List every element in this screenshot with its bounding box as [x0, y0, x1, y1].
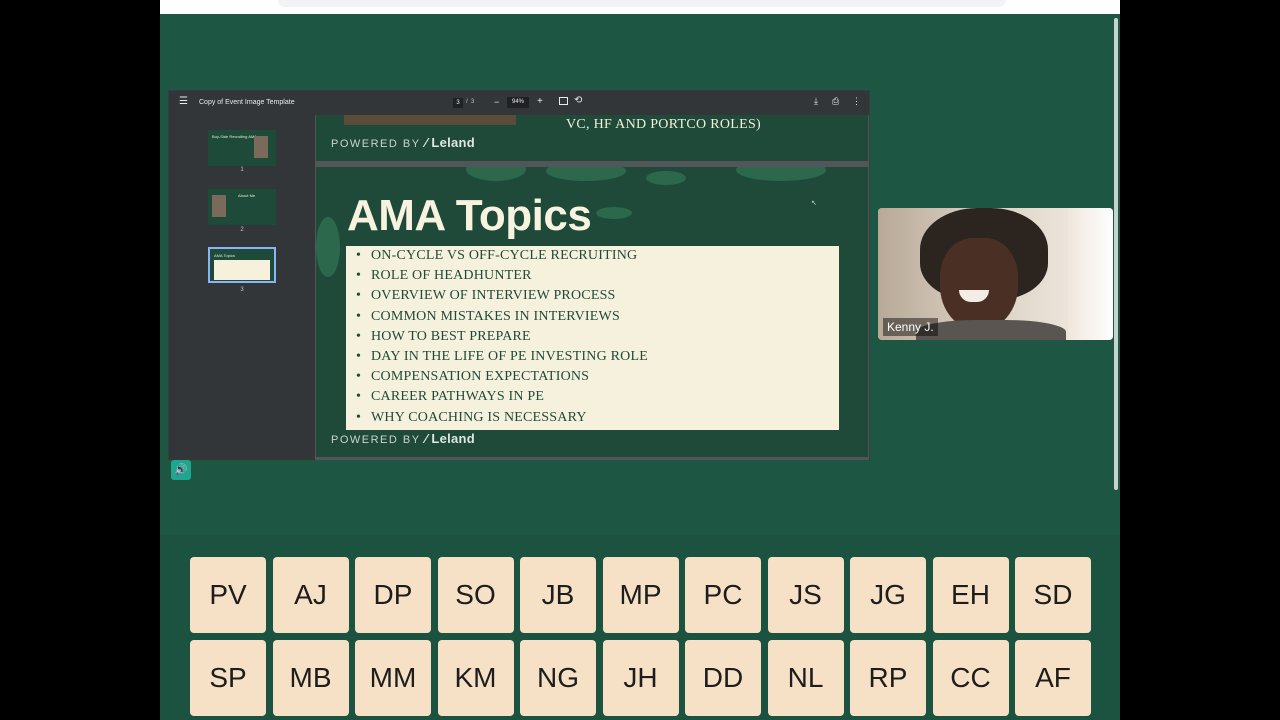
topic-item: COMPENSATION EXPECTATIONS	[356, 367, 839, 387]
participant-tile[interactable]: DP	[355, 557, 431, 633]
speaker-icon[interactable]: 🔊	[171, 460, 191, 480]
thumbnail-sidebar: Buy-Side Recruiting AMA 1 About Me 2 AMA…	[169, 115, 315, 480]
topic-item: ROLE OF HEADHUNTER	[356, 266, 839, 286]
thumbnail-number: 3	[240, 287, 244, 293]
participant-tile[interactable]: EH	[932, 557, 1009, 633]
thumbnail-photo	[254, 136, 268, 158]
topic-item: WHY COACHING IS NECESSARY	[356, 408, 839, 428]
mouse-cursor: ↖	[811, 200, 817, 207]
brand-name: Leland	[431, 135, 476, 150]
participant-tile[interactable]: JB	[520, 557, 596, 633]
thumbnail-text: AMA Topics	[214, 253, 235, 258]
download-icon[interactable]: ⤓	[814, 96, 818, 107]
topic-item: HOW TO BEST PREPARE	[356, 327, 839, 347]
browser-top-bar	[160, 0, 1120, 14]
thumbnail-page-2[interactable]: About Me	[208, 189, 276, 225]
brush-decoration	[736, 167, 826, 181]
participant-video[interactable]: Kenny J.	[878, 208, 1113, 340]
current-slide: AMA Topics ↖ ON-CYCLE VS OFF-CYCLE RECRU…	[316, 167, 868, 457]
participant-tile[interactable]: JH	[602, 640, 679, 716]
pdf-viewer: ☰ Copy of Event Image Template 3 / 3 − 9…	[168, 90, 870, 480]
page-area: VC, HF AND PORTCO ROLES) POWERED BY ⁄ Le…	[315, 115, 869, 460]
zoom-input[interactable]: 94%	[507, 97, 529, 108]
topics-box: ON-CYCLE VS OFF-CYCLE RECRUITING ROLE OF…	[346, 246, 839, 430]
participant-tile[interactable]: PC	[685, 557, 761, 633]
topic-item: COMMON MISTAKES IN INTERVIEWS	[356, 307, 839, 327]
thumbnail-page-1[interactable]: Buy-Side Recruiting AMA	[208, 130, 276, 166]
topic-item: ON-CYCLE VS OFF-CYCLE RECRUITING	[356, 246, 839, 266]
participant-tile[interactable]: MP	[602, 557, 679, 633]
topic-item: DAY IN THE LIFE OF PE INVESTING ROLE	[356, 347, 839, 367]
page-separator: /	[466, 99, 468, 105]
participant-tile[interactable]: SD	[1015, 557, 1091, 633]
page-number-input[interactable]: 3	[453, 98, 463, 108]
thumbnail-text: Buy-Side Recruiting AMA	[212, 134, 257, 139]
participant-tile[interactable]: MB	[272, 640, 349, 716]
participant-tile[interactable]: DD	[685, 640, 761, 716]
powered-by-text: POWERED BY	[331, 434, 421, 446]
participant-name-label: Kenny J.	[883, 318, 938, 336]
zoom-in-icon[interactable]: +	[537, 96, 543, 107]
document-title: Copy of Event Image Template	[199, 99, 295, 106]
thumbnail-number: 2	[240, 227, 244, 233]
participant-tile[interactable]: NL	[767, 640, 844, 716]
total-pages: 3	[471, 99, 475, 105]
slide-title: AMA Topics	[347, 191, 592, 240]
thumbnail-box	[214, 260, 270, 280]
participant-tile[interactable]: KM	[437, 640, 514, 716]
menu-icon[interactable]: ☰	[179, 97, 188, 107]
thumbnail-text: About Me	[238, 193, 256, 198]
fit-page-icon[interactable]	[559, 97, 568, 105]
participant-tile[interactable]: NG	[520, 640, 596, 716]
participant-tile[interactable]: CC	[932, 640, 1009, 716]
participant-tile[interactable]: AJ	[272, 557, 349, 633]
powered-by-text: POWERED BY	[331, 138, 421, 150]
powered-by-label: POWERED BY ⁄ Leland	[331, 135, 475, 150]
brush-decoration	[646, 171, 686, 185]
zoom-out-icon[interactable]: −	[494, 97, 499, 107]
scrollbar[interactable]	[1114, 18, 1118, 490]
topics-list: ON-CYCLE VS OFF-CYCLE RECRUITING ROLE OF…	[356, 246, 839, 428]
previous-page: VC, HF AND PORTCO ROLES) POWERED BY ⁄ Le…	[316, 115, 868, 161]
powered-by-label: POWERED BY ⁄ Leland	[331, 431, 475, 446]
brush-decoration	[466, 167, 526, 181]
topic-item: CAREER PATHWAYS IN PE	[356, 387, 839, 407]
participant-tile[interactable]: PV	[190, 557, 266, 633]
thumbnail-photo	[212, 195, 226, 217]
participant-tray: PV AJ DP SO JB MP PC JS JG EH SD SP MB MM KM NG JH DD NL RP…	[160, 535, 1120, 720]
participant-tile[interactable]: AF	[1015, 640, 1091, 716]
participant-tile[interactable]: JS	[767, 557, 844, 633]
topic-item: OVERVIEW OF INTERVIEW PROCESS	[356, 286, 839, 306]
more-options-icon[interactable]: ⋮	[852, 96, 861, 107]
thumbnail-number: 1	[240, 167, 244, 173]
meeting-stage: ☰ Copy of Event Image Template 3 / 3 − 9…	[160, 0, 1120, 720]
leland-logo: ⁄ Leland	[424, 135, 476, 150]
participant-tile[interactable]: SO	[437, 557, 514, 633]
previous-page-header: VC, HF AND PORTCO ROLES)	[566, 117, 761, 132]
video-person-face	[940, 238, 1018, 330]
leland-logo: ⁄ Leland	[424, 431, 476, 446]
video-person-shirt	[916, 320, 1066, 340]
print-icon[interactable]: ⎙	[832, 96, 839, 107]
participant-tile[interactable]: JG	[850, 557, 926, 633]
address-bar[interactable]	[278, 0, 1006, 7]
slide-photo	[344, 115, 516, 125]
brush-decoration	[316, 217, 340, 277]
brand-name: Leland	[431, 431, 476, 446]
participant-tile[interactable]: RP	[850, 640, 926, 716]
thumbnail-page-3[interactable]: AMA Topics	[208, 247, 276, 283]
pdf-toolbar: ☰ Copy of Event Image Template 3 / 3 − 9…	[169, 91, 869, 115]
participant-tile[interactable]: SP	[190, 640, 266, 716]
brush-decoration	[596, 207, 632, 219]
video-curtain	[1068, 208, 1113, 340]
rotate-icon[interactable]: ⟲	[574, 95, 582, 106]
brush-decoration	[546, 167, 626, 181]
participant-tile[interactable]: MM	[355, 640, 431, 716]
